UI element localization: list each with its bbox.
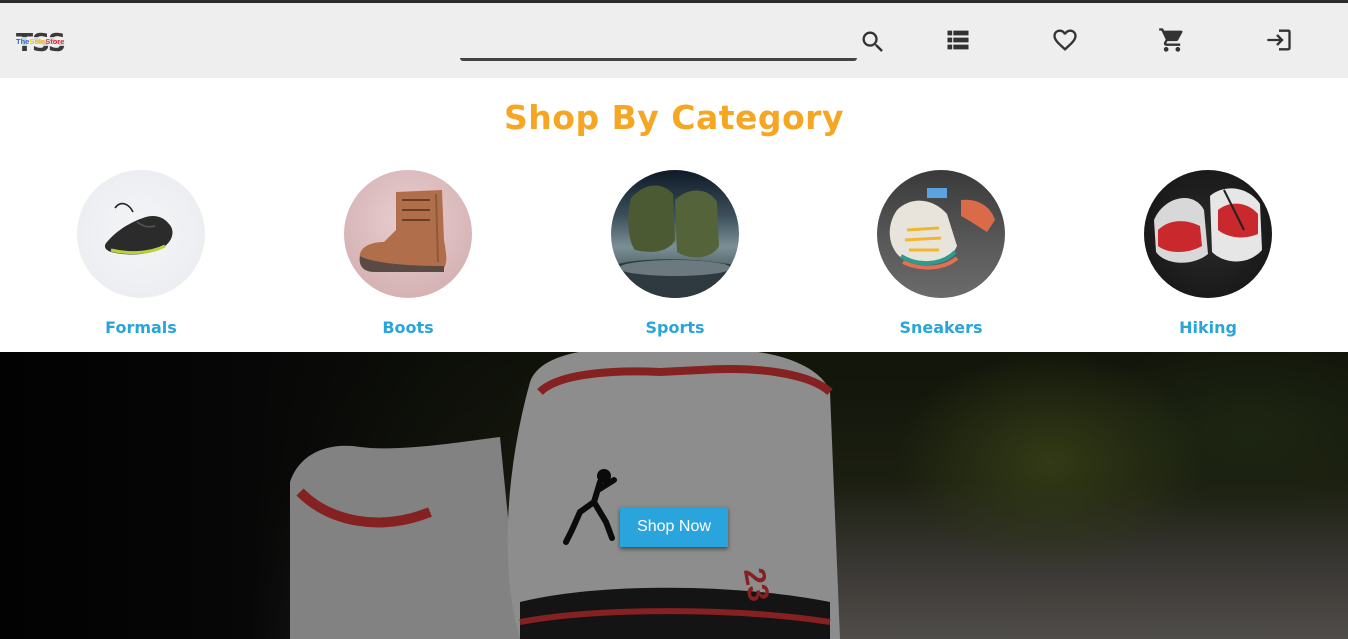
heart-icon[interactable] [1047,22,1083,58]
site-logo[interactable]: TSS TheSoleStore [16,28,70,58]
hero-banner: 23 Shop Now [0,352,1348,639]
login-icon[interactable] [1261,22,1297,58]
category-formals[interactable]: Formals [51,170,231,337]
category-sneakers[interactable]: Sneakers [851,170,1031,337]
section-title: Shop By Category [504,98,844,137]
category-label[interactable]: Hiking [1118,318,1298,337]
sneakers-shoe-image[interactable] [877,170,1005,298]
logo-wordmark: TheSoleStore [16,37,65,46]
list-icon[interactable] [940,22,976,58]
formals-shoe-image[interactable] [77,170,205,298]
category-label[interactable]: Sports [585,318,765,337]
hiking-shoe-image[interactable] [1144,170,1272,298]
navbar: TSS TheSoleStore [0,3,1348,78]
category-hiking[interactable]: Hiking [1118,170,1298,337]
category-boots[interactable]: Boots [318,170,498,337]
search-input[interactable] [460,19,857,61]
category-label[interactable]: Boots [318,318,498,337]
category-section: Shop By Category Formals Boots Sports Sn… [0,78,1348,352]
search-icon[interactable] [855,24,891,60]
category-label[interactable]: Sneakers [851,318,1031,337]
boots-shoe-image[interactable] [344,170,472,298]
category-label[interactable]: Formals [51,318,231,337]
hero-dim-overlay [0,352,1348,639]
shop-now-button[interactable]: Shop Now [620,507,728,547]
cart-icon[interactable] [1154,22,1190,58]
sports-shoe-image[interactable] [611,170,739,298]
category-sports[interactable]: Sports [585,170,765,337]
